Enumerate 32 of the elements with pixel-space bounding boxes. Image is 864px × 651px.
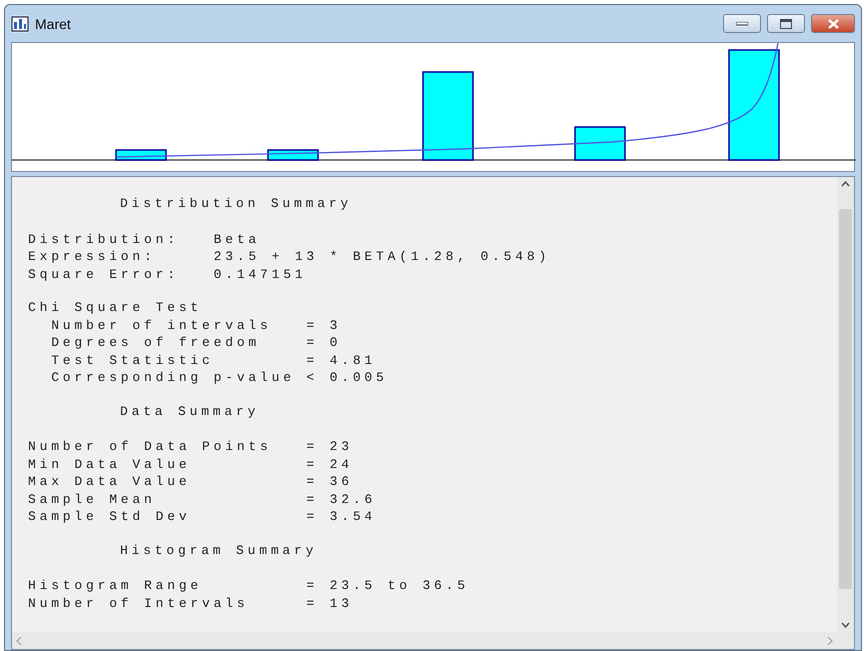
horizontal-scrollbar[interactable] bbox=[12, 632, 837, 649]
report-line: Corresponding p-value < 0.005 bbox=[50, 369, 388, 386]
report-line: Expression: 23.5 + 13 * BETA(1.28, 0.548) bbox=[28, 248, 550, 266]
report-line: Max Data Value = 36 bbox=[28, 473, 353, 490]
close-icon bbox=[828, 18, 838, 28]
maximize-button[interactable] bbox=[767, 14, 805, 33]
histogram-bar bbox=[115, 149, 167, 161]
histogram-bar bbox=[574, 126, 626, 161]
histogram-bar bbox=[267, 149, 319, 161]
section-heading: Data Summary bbox=[120, 402, 260, 420]
close-button[interactable] bbox=[811, 14, 855, 33]
minimize-button[interactable] bbox=[723, 14, 761, 33]
report-line: Min Data Value = 24 bbox=[28, 456, 353, 473]
report-line: Histogram Range = 23.5 to 36.5 bbox=[28, 577, 469, 594]
minimize-icon bbox=[736, 22, 748, 26]
report-line: Sample Std Dev = 3.54 bbox=[28, 508, 376, 526]
report-line: Number of Intervals = 13 bbox=[28, 594, 353, 612]
section-heading: Distribution Summary bbox=[120, 195, 352, 212]
report-line: Test Statistic = 4.81 bbox=[50, 352, 376, 369]
app-icon bbox=[11, 16, 29, 32]
report-line: Sample Mean = 32.6 bbox=[28, 490, 376, 508]
report-line: Degrees of freedom = 0 bbox=[50, 334, 342, 352]
scrollbar-thumb[interactable] bbox=[839, 209, 852, 589]
report-line: Number of intervals = 3 bbox=[50, 316, 342, 334]
report-line: Number of Data Points = 23 bbox=[28, 438, 353, 456]
vertical-scrollbar[interactable] bbox=[837, 177, 854, 649]
report-line: Square Error: 0.147151 bbox=[28, 266, 306, 283]
report-line: Distribution: Beta bbox=[28, 230, 260, 248]
section-heading: Histogram Summary bbox=[120, 542, 318, 559]
report-line: Chi Square Test bbox=[28, 299, 202, 316]
window-title: Maret bbox=[35, 16, 71, 32]
maximize-icon bbox=[780, 18, 792, 28]
